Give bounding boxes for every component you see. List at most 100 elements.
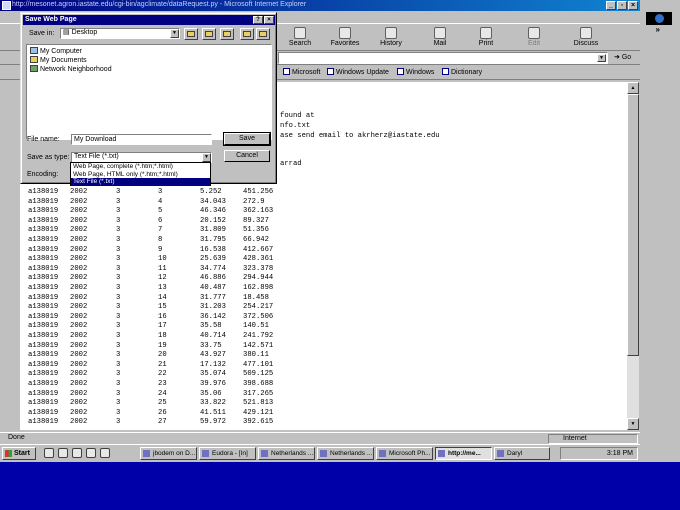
ie-quicklaunch-icon[interactable] xyxy=(58,448,68,458)
table-cell: 2002 xyxy=(70,360,88,369)
maximize-button[interactable]: ▫ xyxy=(617,1,627,10)
table-cell: 3 xyxy=(158,188,163,196)
save-as-type-options[interactable]: Web Page, complete (*.htm;*.html) Web Pa… xyxy=(70,162,211,186)
filename-input[interactable]: My Download xyxy=(71,134,212,145)
list-item-my-computer[interactable]: My Computer xyxy=(30,47,82,55)
link-dictionary[interactable]: Dictionary xyxy=(442,68,482,76)
taskbar-button[interactable]: Eudora - [In] xyxy=(199,447,256,460)
go-arrow-icon: ➜ xyxy=(614,54,620,61)
table-cell: a138019 xyxy=(28,207,59,216)
cancel-button[interactable]: Cancel xyxy=(224,150,270,162)
outlook-quicklaunch-icon[interactable] xyxy=(72,448,82,458)
taskbar-button[interactable]: Netherlands ... xyxy=(317,447,374,460)
globe-icon xyxy=(655,14,664,23)
table-cell: 380.11 xyxy=(243,351,269,360)
save-button[interactable]: Save xyxy=(223,132,271,146)
link-windows-update[interactable]: Windows Update xyxy=(327,68,389,76)
table-cell: 3 xyxy=(116,332,121,340)
table-cell: 272.9 xyxy=(243,197,265,206)
scroll-thumb[interactable] xyxy=(627,94,639,356)
go-button[interactable]: ➜ Go xyxy=(614,53,631,61)
taskbar-button[interactable]: jbodem on D... xyxy=(140,447,197,460)
table-cell: a138019 xyxy=(28,370,59,379)
search-button[interactable]: Search xyxy=(280,27,320,51)
ie-throbber-logo xyxy=(646,12,672,25)
table-cell: 429.121 xyxy=(243,408,274,417)
edit-button[interactable]: Edit xyxy=(514,27,554,51)
dialog-close-button[interactable]: × xyxy=(264,16,274,24)
discuss-icon xyxy=(580,27,592,39)
table-cell: 25.639 xyxy=(200,255,226,264)
address-dropdown-button[interactable]: ▼ xyxy=(597,54,606,62)
window-titlebar[interactable]: http://mesonet.agron.iastate.edu/cgi-bin… xyxy=(0,0,640,11)
show-desktop-icon[interactable] xyxy=(44,448,54,458)
table-cell: 5.252 xyxy=(200,188,222,196)
table-cell: 3 xyxy=(116,418,121,427)
link-microsoft[interactable]: Microsoft xyxy=(283,68,320,76)
favorites-button[interactable]: Favorites xyxy=(325,27,365,51)
details-view-icon[interactable] xyxy=(256,28,270,40)
print-icon xyxy=(480,27,492,39)
clock[interactable]: 3:18 PM xyxy=(607,450,633,457)
table-cell: 2002 xyxy=(70,264,88,273)
scroll-up-button[interactable]: ▲ xyxy=(627,82,639,94)
table-cell: 372.506 xyxy=(243,312,274,321)
table-cell: 8 xyxy=(158,236,163,244)
channels-quicklaunch-icon[interactable] xyxy=(86,448,96,458)
taskbar-button[interactable]: http://me... xyxy=(435,447,492,460)
mail-button[interactable]: Mail xyxy=(420,27,460,51)
table-cell: 241.792 xyxy=(243,332,274,340)
address-input[interactable]: ▼ xyxy=(278,52,608,64)
table-cell: a138019 xyxy=(28,188,59,196)
close-button[interactable]: × xyxy=(628,1,638,10)
table-cell: 509.125 xyxy=(243,370,274,379)
table-cell: 3 xyxy=(116,197,121,206)
help-button[interactable]: ? xyxy=(253,16,263,24)
table-cell: 451.256 xyxy=(243,188,274,196)
search-label: Search xyxy=(288,40,312,47)
toolbar-chevron[interactable]: » xyxy=(656,25,660,34)
save-in-combo[interactable]: ▤ Desktop ▼ xyxy=(60,28,180,39)
table-cell: 31.777 xyxy=(200,293,226,302)
list-view-icon[interactable] xyxy=(240,28,254,40)
history-button[interactable]: History xyxy=(371,27,411,51)
save-as-type-dropdown-button[interactable]: ▼ xyxy=(202,153,211,162)
item-label: My Computer xyxy=(40,48,83,55)
up-one-level-icon[interactable] xyxy=(184,28,198,40)
quicklaunch-icon[interactable] xyxy=(100,448,110,458)
desktop-icon[interactable] xyxy=(202,28,216,40)
vertical-scrollbar[interactable]: ▲ ▼ xyxy=(627,82,639,430)
header-line-1: found at xyxy=(280,112,315,120)
start-button[interactable]: Start xyxy=(2,447,36,460)
option-web-page-complete[interactable]: Web Page, complete (*.htm;*.html) xyxy=(71,163,210,171)
option-text-file[interactable]: Text File (*.txt) xyxy=(71,178,210,186)
save-in-value: Desktop xyxy=(71,29,98,36)
option-web-page-html-only[interactable]: Web Page, HTML only (*.htm;*.html) xyxy=(71,171,210,179)
file-list[interactable]: My Computer My Documents Network Neighbo… xyxy=(26,44,272,140)
minimize-button[interactable]: _ xyxy=(606,1,616,10)
table-cell: 17.132 xyxy=(200,360,226,369)
list-item-network-neighborhood[interactable]: Network Neighborhood xyxy=(30,65,112,73)
list-item-my-documents[interactable]: My Documents xyxy=(30,56,87,64)
link-windows[interactable]: Windows xyxy=(397,68,434,76)
table-cell: 142.571 xyxy=(243,341,274,350)
table-cell: 2002 xyxy=(70,255,88,264)
new-folder-icon[interactable] xyxy=(220,28,234,40)
taskbar-button[interactable]: Netherlands ... xyxy=(258,447,315,460)
taskbar-button[interactable]: Daryl xyxy=(494,447,550,460)
print-button[interactable]: Print xyxy=(466,27,506,51)
table-cell: 11 xyxy=(158,264,167,273)
taskbar-button[interactable]: Microsoft Ph... xyxy=(376,447,433,460)
folder-icon xyxy=(30,56,38,63)
table-cell: a138019 xyxy=(28,341,59,350)
table-cell: 317.265 xyxy=(243,389,274,398)
filename-label: File name: xyxy=(27,136,60,143)
save-in-dropdown-button[interactable]: ▼ xyxy=(170,29,179,38)
scroll-down-button[interactable]: ▼ xyxy=(627,418,639,430)
dialog-titlebar[interactable]: Save Web Page ? × xyxy=(23,15,275,25)
table-cell: 3 xyxy=(116,293,121,302)
table-cell: a138019 xyxy=(28,284,59,292)
discuss-button[interactable]: Discuss xyxy=(566,27,606,51)
table-cell: 2002 xyxy=(70,226,88,235)
table-cell: a138019 xyxy=(28,245,59,254)
